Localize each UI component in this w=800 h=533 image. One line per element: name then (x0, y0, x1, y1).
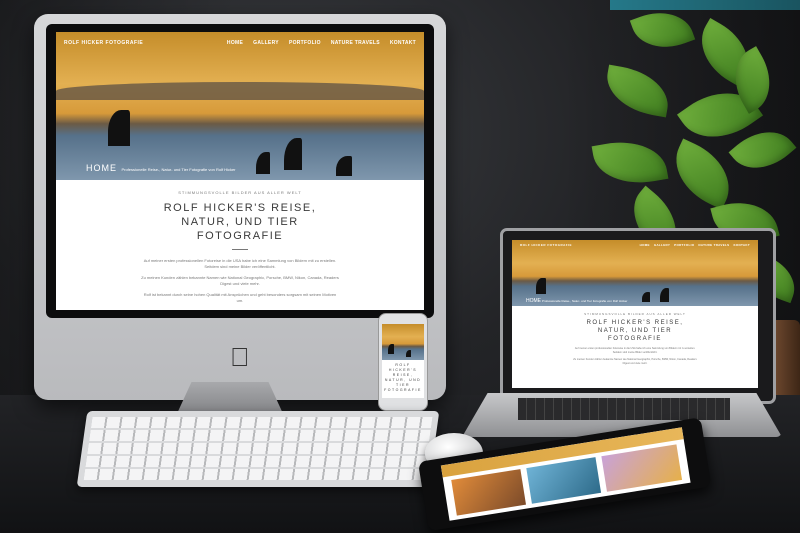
phone-intro-headline: ROLF HICKER'S REISE, NATUR, UND TIER FOT… (384, 363, 422, 392)
intro-paragraph-1: Auf meiner ersten professionellen Fotore… (143, 258, 337, 269)
laptop-nav-gallery[interactable]: GALLERY (654, 243, 670, 247)
laptop-nav-kontakt[interactable]: KONTAKT (733, 243, 750, 247)
nav-item-portfolio[interactable]: PORTFOLIO (289, 40, 321, 46)
photo-scene: ROLF HICKER FOTOGRAFIE HOME GALLERY PORT… (0, 0, 800, 533)
tablet-gallery-tile-2[interactable] (526, 457, 602, 504)
tablet-gallery-tile-1[interactable] (451, 469, 526, 516)
site-nav: ROLF HICKER FOTOGRAFIE HOME GALLERY PORT… (56, 32, 424, 54)
nav-menu: HOME GALLERY PORTFOLIO NATURE TRAVELS KO… (227, 40, 416, 46)
intro-section: STIMMUNGSVOLLE BILDER AUS ALLER WELT ROL… (56, 180, 424, 304)
intro-divider (232, 249, 248, 250)
laptop-hero-subtitle: Professionelle Reise-, Natur- und Tier F… (541, 299, 628, 303)
nav-item-gallery[interactable]: GALLERY (253, 40, 279, 46)
nav-item-kontakt[interactable]: KONTAKT (390, 40, 416, 46)
nav-item-home[interactable]: HOME (227, 40, 243, 46)
laptop-hero-title: HOME (526, 298, 541, 304)
laptop-nav-menu: HOME GALLERY PORTFOLIO NATURE TRAVELS KO… (640, 243, 750, 247)
keyboard-keys (83, 417, 433, 481)
laptop-nav-portfolio[interactable]: PORTFOLIO (674, 243, 694, 247)
hero-title: HOME (86, 163, 117, 173)
laptop-intro-headline: ROLF HICKER'S REISE, NATUR, UND TIER FOT… (586, 320, 684, 342)
intro-kicker: STIMMUNGSVOLLE BILDER AUS ALLER WELT (178, 190, 302, 195)
hero-image: ROLF HICKER FOTOGRAFIE HOME GALLERY PORT… (56, 32, 424, 180)
imac-screen: ROLF HICKER FOTOGRAFIE HOME GALLERY PORT… (56, 32, 424, 310)
laptop-screen: ROLF HICKER FOTOGRAFIE HOME GALLERY PORT… (512, 240, 758, 388)
laptop-intro-paragraph-2: Zu meinen Kunden zählen bekannte Namen w… (573, 358, 697, 365)
intro-paragraph-3: Rolf ist bekannt durch seine hohen Quali… (143, 292, 337, 303)
tablet-gallery-tile-3[interactable] (601, 444, 683, 492)
laptop-hero-caption: HOME Professionelle Reise-, Natur- und T… (526, 298, 627, 304)
laptop-nav-home[interactable]: HOME (640, 243, 650, 247)
laptop-intro-paragraph-1: Auf meiner ersten professionellen Fotore… (574, 347, 696, 354)
intro-headline: ROLF HICKER'S REISE, NATUR, UND TIER FOT… (163, 202, 317, 242)
hero-subtitle: Professionelle Reise-, Natur- und Tier F… (121, 167, 236, 172)
smartphone: ROLF HICKER'S REISE, NATUR, UND TIER FOT… (378, 313, 428, 411)
laptop-nav-nature-travels[interactable]: NATURE TRAVELS (698, 243, 729, 247)
laptop-intro-kicker: STIMMUNGSVOLLE BILDER AUS ALLER WELT (584, 312, 686, 316)
laptop-site-logo[interactable]: ROLF HICKER FOTOGRAFIE (520, 243, 572, 247)
site-logo[interactable]: ROLF HICKER FOTOGRAFIE (64, 40, 143, 46)
laptop-intro: STIMMUNGSVOLLE BILDER AUS ALLER WELT ROL… (512, 306, 758, 366)
laptop-hero-image: ROLF HICKER FOTOGRAFIE HOME GALLERY PORT… (512, 240, 758, 306)
imac-bezel: ROLF HICKER FOTOGRAFIE HOME GALLERY PORT… (46, 24, 434, 318)
nav-item-nature-travels[interactable]: NATURE TRAVELS (331, 40, 380, 46)
apple-logo-icon:  (230, 342, 250, 373)
phone-intro: ROLF HICKER'S REISE, NATUR, UND TIER FOT… (382, 360, 424, 393)
hero-caption: HOME Professionelle Reise-, Natur- und T… (86, 158, 236, 176)
laptop-keyboard (518, 398, 730, 420)
phone-hero-image (382, 324, 424, 360)
laptop: ROLF HICKER FOTOGRAFIE HOME GALLERY PORT… (500, 228, 776, 404)
laptop-site-nav: ROLF HICKER FOTOGRAFIE HOME GALLERY PORT… (512, 240, 758, 250)
phone-screen: ROLF HICKER'S REISE, NATUR, UND TIER FOT… (382, 324, 424, 398)
keyboard (76, 411, 440, 487)
intro-paragraph-2: Zu meinen Kunden zählen bekannte Namen w… (141, 275, 339, 286)
